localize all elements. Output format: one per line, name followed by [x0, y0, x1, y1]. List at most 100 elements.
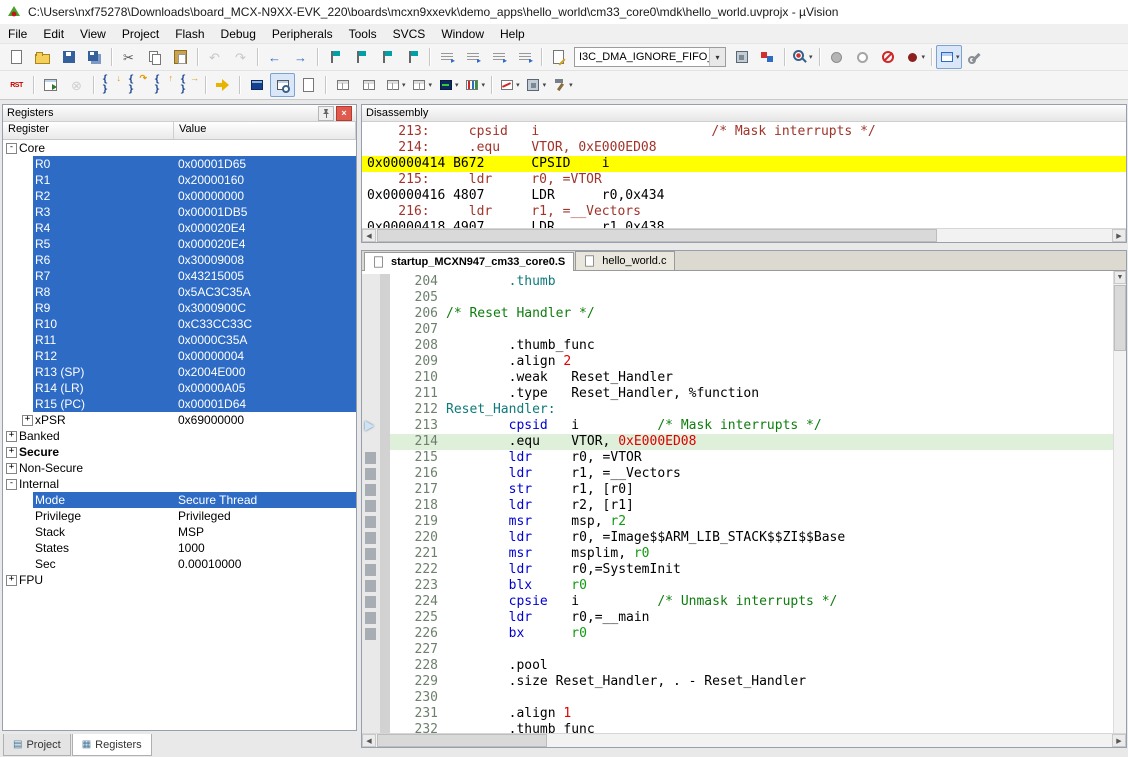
new-file-button[interactable] — [4, 45, 29, 69]
clear-bookmarks-button[interactable] — [400, 45, 425, 69]
editor-line[interactable]: 212Reset_Handler: — [362, 402, 1113, 418]
editor-line[interactable]: 211 .type Reset_Handler, %function — [362, 386, 1113, 402]
menu-edit[interactable]: Edit — [35, 25, 72, 43]
register-value[interactable]: 0x00000A05 — [178, 381, 245, 395]
menu-svcs[interactable]: SVCS — [385, 25, 434, 43]
register-row-r13-sp[interactable]: R13 (SP)0x2004E000 — [3, 364, 356, 380]
breakpoint-margin[interactable] — [362, 386, 380, 402]
register-value[interactable]: 0x69000000 — [178, 413, 244, 427]
disassembly-line[interactable]: 0x00000414 B672 CPSID i — [362, 156, 1126, 172]
register-value[interactable]: 0x5AC3C35A — [178, 285, 251, 299]
comment-button[interactable] — [486, 45, 511, 69]
register-value[interactable]: 0x20000160 — [178, 173, 244, 187]
toolbox-button[interactable]: ▾ — [549, 73, 575, 97]
breakpoint-margin[interactable] — [362, 466, 380, 482]
toggle-bookmark-button[interactable] — [322, 45, 347, 69]
register-row-r15-pc[interactable]: R15 (PC)0x00001D64 — [3, 396, 356, 412]
register-row-sec[interactable]: Sec0.00010000 — [3, 556, 356, 572]
register-row-r5[interactable]: R50x000020E4 — [3, 236, 356, 252]
breakpoints-button[interactable]: ▾ — [902, 45, 928, 69]
disassembly-line[interactable]: 0x00000418 4907 LDR r1,0x438 — [362, 220, 1126, 228]
nav-forward-button[interactable]: → — [288, 45, 313, 69]
tree-expand-icon[interactable]: + — [6, 447, 17, 458]
register-row-r4[interactable]: R40x000020E4 — [3, 220, 356, 236]
editor-line[interactable]: 225 ldr r0,=__main — [362, 610, 1113, 626]
breakpoint-margin[interactable] — [362, 674, 380, 690]
register-row-r14-lr[interactable]: R14 (LR)0x00000A05 — [3, 380, 356, 396]
editor-line[interactable]: 229 .size Reset_Handler, . - Reset_Handl… — [362, 674, 1113, 690]
register-column-header[interactable]: Register — [3, 122, 174, 139]
register-row-stack[interactable]: StackMSP — [3, 524, 356, 540]
menu-help[interactable]: Help — [492, 25, 533, 43]
breakpoint-margin[interactable] — [362, 306, 380, 322]
disassembly-line[interactable]: 215: ldr r0, =VTOR — [362, 172, 1126, 188]
outdent-button[interactable] — [434, 45, 459, 69]
editor-line[interactable]: 222 ldr r0,=SystemInit — [362, 562, 1113, 578]
register-row-r3[interactable]: R30x00001DB5 — [3, 204, 356, 220]
step-out-button[interactable] — [150, 73, 175, 97]
flash-download-button[interactable] — [729, 45, 754, 69]
breakpoint-margin[interactable] — [362, 274, 380, 290]
register-row-banked[interactable]: +Banked — [3, 428, 356, 444]
tree-expand-icon[interactable]: + — [6, 431, 17, 442]
register-row-r12[interactable]: R120x00000004 — [3, 348, 356, 364]
register-row-privilege[interactable]: PrivilegePrivileged — [3, 508, 356, 524]
chevron-down-icon[interactable]: ▾ — [709, 48, 725, 66]
scroll-thumb[interactable] — [377, 734, 547, 747]
editor-line[interactable]: 228 .pool — [362, 658, 1113, 674]
disassembly-hscrollbar[interactable]: ◀ ▶ — [362, 228, 1126, 242]
menu-file[interactable]: File — [0, 25, 35, 43]
command-window-button[interactable] — [244, 73, 269, 97]
register-value[interactable]: 0x000020E4 — [178, 221, 245, 235]
editor-line[interactable]: 218 ldr r2, [r1] — [362, 498, 1113, 514]
disassembly-line[interactable]: 213: cpsid i /* Mask interrupts */ — [362, 124, 1126, 140]
disassembly-line[interactable]: 0x00000416 4807 LDR r0,0x434 — [362, 188, 1126, 204]
kill-breakpoints-button[interactable] — [876, 45, 901, 69]
register-value[interactable]: Privileged — [178, 509, 231, 523]
scroll-right-button[interactable]: ▶ — [1112, 229, 1126, 242]
copy-button[interactable] — [142, 45, 167, 69]
menu-window[interactable]: Window — [433, 25, 492, 43]
register-row-r10[interactable]: R100xC33CC33C — [3, 316, 356, 332]
tree-collapse-icon[interactable]: - — [6, 479, 17, 490]
breakpoint-margin[interactable] — [362, 562, 380, 578]
register-row-non-secure[interactable]: +Non-Secure — [3, 460, 356, 476]
target-select-combo[interactable]: I3C_DMA_IGNORE_FIFO_▾ — [574, 47, 726, 67]
breakpoint-margin[interactable] — [362, 610, 380, 626]
breakpoint-margin[interactable] — [362, 690, 380, 706]
register-value[interactable]: MSP — [178, 525, 204, 539]
editor-line[interactable]: 231 .align 1 — [362, 706, 1113, 722]
breakpoint-margin[interactable] — [362, 434, 380, 450]
scroll-left-button[interactable]: ◀ — [362, 229, 376, 242]
run-button[interactable] — [38, 73, 63, 97]
debug-windows-button[interactable]: ▾ — [936, 45, 962, 69]
editor-line[interactable]: 226 bx r0 — [362, 626, 1113, 642]
register-value[interactable]: 0x30009008 — [178, 253, 244, 267]
register-row-r2[interactable]: R20x00000000 — [3, 188, 356, 204]
breakpoint-margin[interactable] — [362, 322, 380, 338]
editor-line[interactable]: 204 .thumb — [362, 274, 1113, 290]
scroll-down-button[interactable]: ▼ — [1114, 271, 1126, 284]
scroll-thumb[interactable] — [1114, 285, 1126, 351]
register-value[interactable]: 0x00001DB5 — [178, 205, 247, 219]
breakpoint-margin[interactable] — [362, 658, 380, 674]
breakpoint-margin[interactable] — [362, 642, 380, 658]
editor-line[interactable]: 230 — [362, 690, 1113, 706]
breakpoint-margin[interactable] — [362, 370, 380, 386]
breakpoint-margin[interactable] — [362, 514, 380, 530]
pin-button[interactable] — [318, 106, 334, 121]
editor-line[interactable]: 224 cpsie i /* Unmask interrupts */ — [362, 594, 1113, 610]
show-next-statement-button[interactable] — [210, 73, 235, 97]
register-value[interactable]: Secure Thread — [178, 493, 257, 507]
register-row-fpu[interactable]: +FPU — [3, 572, 356, 588]
editor-vscrollbar[interactable]: ▲ ▼ — [1113, 271, 1126, 733]
tab-project[interactable]: ▤Project — [3, 734, 71, 756]
reset-cpu-button[interactable]: RST — [4, 73, 29, 97]
system-viewer-button[interactable]: ▾ — [523, 73, 549, 97]
configuration-button[interactable] — [963, 45, 988, 69]
breakpoint-margin[interactable] — [362, 706, 380, 722]
breakpoint-margin[interactable] — [362, 722, 380, 733]
registers-window-button[interactable] — [330, 73, 355, 97]
register-row-r9[interactable]: R90x3000900C — [3, 300, 356, 316]
editor-line[interactable]: 232 .thumb_func — [362, 722, 1113, 733]
